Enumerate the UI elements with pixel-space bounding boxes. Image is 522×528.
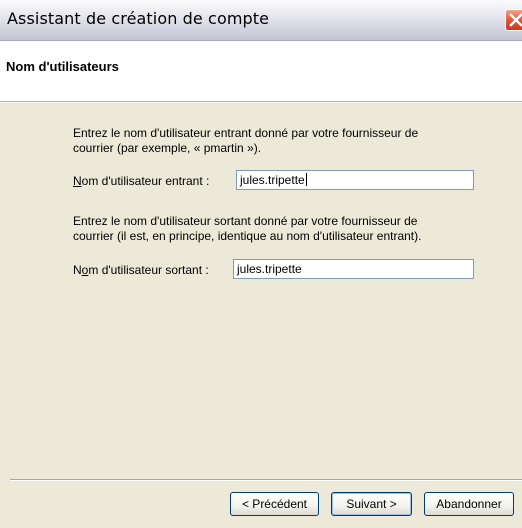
window-title: Assistant de création de compte — [7, 9, 270, 28]
incoming-label-mnemonic: N — [73, 174, 82, 188]
header-divider — [0, 102, 522, 103]
close-button[interactable] — [505, 9, 522, 31]
account-wizard-window: Assistant de création de compte Nom d'ut… — [0, 0, 522, 528]
outgoing-description-line2: courrier (il est, en principe, identique… — [73, 229, 422, 243]
footer-divider — [10, 479, 522, 481]
outgoing-description: Entrez le nom d'utilisateur sortant donn… — [73, 214, 421, 244]
title-bar[interactable]: Assistant de création de compte — [0, 0, 522, 41]
page-title: Nom d'utilisateurs — [6, 59, 119, 74]
back-button[interactable]: < Précédent — [230, 492, 319, 516]
outgoing-username-field[interactable]: jules.tripette — [233, 259, 474, 279]
next-button[interactable]: Suivant > — [331, 492, 412, 516]
incoming-label-text: om d'utilisateur entrant : — [81, 174, 210, 188]
outgoing-label-text: m d'utilisateur sortant : — [88, 263, 209, 277]
outgoing-label-prefix: N — [73, 263, 82, 277]
incoming-username-field[interactable]: jules.tripette — [236, 170, 474, 190]
incoming-username-value: jules.tripette — [240, 173, 305, 187]
incoming-username-label: Nom d'utilisateur entrant : — [73, 174, 209, 188]
outgoing-username-label: Nom d'utilisateur sortant : — [73, 263, 209, 277]
wizard-header: Nom d'utilisateurs — [0, 41, 522, 102]
incoming-description-line1: Entrez le nom d'utilisateur entrant donn… — [73, 126, 419, 140]
incoming-description: Entrez le nom d'utilisateur entrant donn… — [73, 126, 418, 156]
outgoing-username-value: jules.tripette — [237, 262, 302, 276]
cancel-button[interactable]: Abandonner — [424, 492, 514, 516]
close-icon — [509, 13, 522, 27]
outgoing-description-line1: Entrez le nom d'utilisateur sortant donn… — [73, 214, 418, 228]
text-caret — [305, 173, 307, 186]
incoming-description-line2: courrier (par exemple, « pmartin »). — [73, 141, 262, 155]
